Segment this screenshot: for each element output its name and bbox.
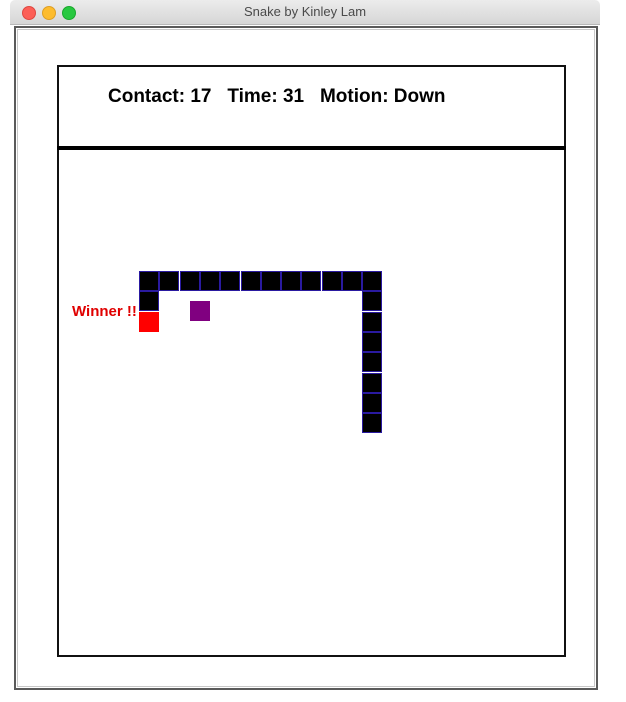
- snake-segment: [362, 393, 382, 413]
- contact-value: 17: [190, 86, 212, 107]
- snake-segment: [362, 332, 382, 352]
- snake-segment: [139, 271, 159, 291]
- snake-segment: [159, 271, 179, 291]
- snake-segment: [362, 312, 382, 332]
- motion-value: Down: [393, 86, 446, 107]
- snake-segment: [362, 352, 382, 372]
- contact-label: Contact:: [108, 86, 186, 107]
- snake-segment: [180, 271, 200, 291]
- snake-segment: [200, 271, 220, 291]
- game-board: [57, 65, 566, 657]
- snake-segment: [342, 271, 362, 291]
- snake-segment: [241, 271, 261, 291]
- snake-segment: [301, 271, 321, 291]
- header-divider: [57, 146, 566, 150]
- status-bar: Contact: 17 Time: 31 Motion: Down: [108, 86, 446, 108]
- window-title: Snake by Kinley Lam: [243, 4, 367, 19]
- snake-head: [139, 312, 159, 332]
- snake-segment: [362, 373, 382, 393]
- snake-segment: [362, 291, 382, 311]
- winner-text: Winner !!: [72, 303, 137, 320]
- snake-segment: [362, 413, 382, 433]
- snake-segment: [322, 271, 342, 291]
- motion-label: Motion:: [319, 86, 389, 107]
- time-label: Time:: [227, 86, 278, 107]
- title-bar[interactable]: Snake by Kinley Lam: [10, 0, 600, 25]
- food-pellet: [190, 301, 210, 321]
- snake-segment: [139, 291, 159, 311]
- snake-segment: [281, 271, 301, 291]
- snake-segment: [362, 271, 382, 291]
- snake-segment: [261, 271, 281, 291]
- time-value: 31: [282, 86, 305, 107]
- game-window: Snake by Kinley Lam Contact: 17 Time: 31…: [0, 0, 626, 702]
- snake-segment: [220, 271, 240, 291]
